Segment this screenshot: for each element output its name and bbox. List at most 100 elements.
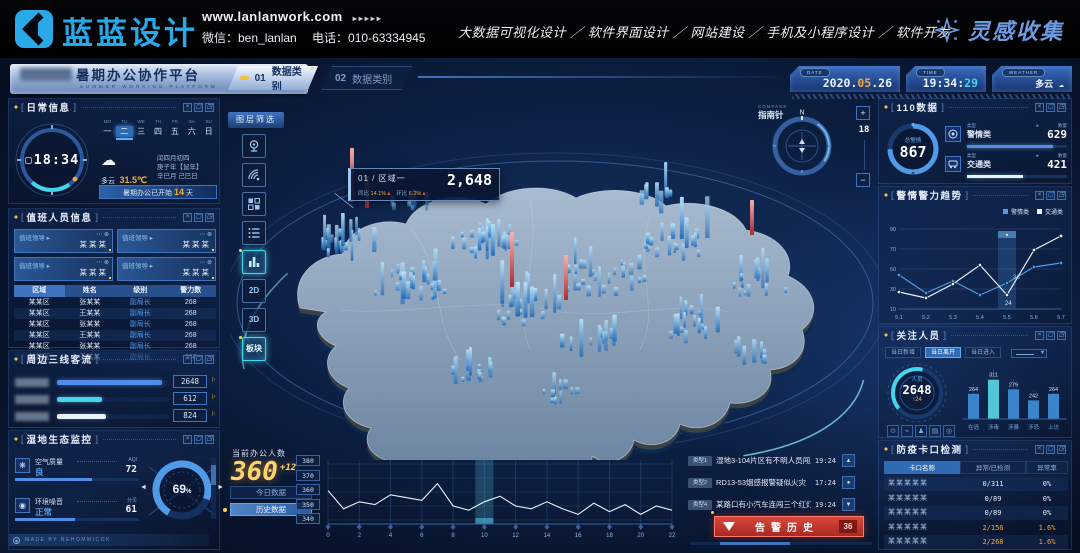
compass[interactable]: N <box>766 108 838 180</box>
weekday-mo[interactable]: MO一 <box>99 119 116 140</box>
checkpoint-value: 2/156 <box>960 521 1026 535</box>
count-value: 421 <box>1047 158 1067 171</box>
layer-button-list-icon[interactable] <box>242 221 266 245</box>
expand-icon[interactable]: ◳ <box>205 435 214 444</box>
tab-data-category-01[interactable]: 01数据类别 <box>228 66 318 90</box>
layer-filter-toolbar: 图层筛选 2D3D板块 <box>228 112 288 366</box>
close-icon[interactable]: × <box>183 355 192 364</box>
alert-list-item[interactable]: 类型1湿地3-104片区有不明人员闯入19:24 <box>688 453 836 468</box>
scroll-up-button[interactable]: ▲ <box>842 454 855 467</box>
layer-button-camera-icon[interactable] <box>242 134 266 158</box>
bottom-scrollbar[interactable] <box>690 542 872 545</box>
wrench-icon[interactable]: ⌁ <box>901 425 913 437</box>
expand-icon[interactable]: ◳ <box>205 213 214 222</box>
restore-icon[interactable]: ▢ <box>194 435 203 444</box>
right-arrow-icon[interactable]: ► <box>217 484 224 491</box>
layer-button-2D[interactable]: 2D <box>242 279 266 303</box>
duty-col-header: 区域 <box>14 285 65 297</box>
more-icon[interactable]: ⋯ ⊗ <box>199 259 212 266</box>
alert-time: 19:24 <box>815 501 836 509</box>
duty-cell: 268 <box>166 319 217 330</box>
duty-leader-card: 值班领导 ▸⋯ ⊗某某某 <box>14 229 113 253</box>
zoom-track[interactable] <box>864 140 865 170</box>
restore-icon[interactable]: ▢ <box>1046 445 1055 454</box>
restore-icon[interactable]: ▢ <box>194 355 203 364</box>
close-icon[interactable]: × <box>183 103 192 112</box>
restore-icon[interactable]: ▢ <box>1046 103 1055 112</box>
more-icon[interactable]: ⋯ ⊗ <box>96 231 109 238</box>
more-icon[interactable]: ⋯ ⊗ <box>199 231 212 238</box>
focus-tab-1[interactable]: 当日新增 <box>885 347 921 358</box>
layer-button-bar-chart-icon[interactable] <box>242 250 266 274</box>
restore-icon[interactable]: ▢ <box>194 103 203 112</box>
badge-icon[interactable]: ▤ <box>929 425 941 437</box>
expand-icon[interactable]: ◳ <box>1057 445 1066 454</box>
svg-text:2: 2 <box>358 533 362 538</box>
layer-button-板块[interactable]: 板块 <box>242 337 266 361</box>
tab-data-category-02[interactable]: 02数据类别 <box>322 66 412 90</box>
weekday-we[interactable]: WE三 <box>133 119 150 140</box>
svg-text:36: 36 <box>1013 275 1020 281</box>
weekday-sa[interactable]: SA六 <box>183 119 200 140</box>
flow-bar-track <box>57 397 169 402</box>
weekday-tu[interactable]: TU 二 <box>116 119 133 140</box>
tab-checkpoint-name[interactable]: 卡口名称 <box>884 461 960 474</box>
eco-scrollbar[interactable] <box>211 457 216 519</box>
weekday-th[interactable]: TH四 <box>150 119 167 140</box>
expand-icon[interactable]: ◳ <box>1057 331 1066 340</box>
tab-label: 数据类别 <box>272 63 306 93</box>
close-icon[interactable]: × <box>1035 331 1044 340</box>
layer-button-grid-icon[interactable] <box>242 192 266 216</box>
car-icon[interactable]: ⊙ <box>887 425 899 437</box>
weekday-cn: 二 <box>116 126 133 137</box>
restore-icon[interactable]: ▢ <box>1046 191 1055 200</box>
layer-button-3D[interactable]: 3D <box>242 308 266 332</box>
restore-icon[interactable]: ▢ <box>194 213 203 222</box>
checkpoint-rate: 0% <box>1026 506 1068 520</box>
weekday-en: TU <box>116 119 133 124</box>
zoom-in-button[interactable]: + <box>856 106 870 120</box>
panel-focus-persons: [关注人员]×▢◳ 当日新增当日离开当日进入 人员 2648 ↑24 ⊙⌁♟▤◎… <box>878 326 1072 438</box>
zoom-out-button[interactable]: − <box>856 173 870 187</box>
person-icon[interactable]: ♟ <box>915 425 927 437</box>
expand-icon[interactable]: ◳ <box>1057 103 1066 112</box>
panel-duty-staff: [值班人员信息]×▢◳ 值班领导 ▸⋯ ⊗某某某值班领导 ▸⋯ ⊗某某某值班领导… <box>8 208 220 348</box>
duty-cell: 268 <box>166 330 217 341</box>
flow-bar-track <box>57 414 169 419</box>
close-icon[interactable]: × <box>183 435 192 444</box>
expand-icon[interactable]: ◳ <box>205 355 214 364</box>
logo-text[interactable]: 蓝蓝设计 <box>62 8 198 53</box>
office-count-delta: +12 <box>280 463 296 473</box>
restore-icon[interactable]: ▢ <box>1046 331 1055 340</box>
close-icon[interactable]: × <box>1035 103 1044 112</box>
count-bar-fill <box>967 175 1023 178</box>
alert-list-item[interactable]: 类型4某路口有小汽车连闯三个红灯19:24 <box>688 497 836 512</box>
more-icon[interactable]: ⋯ ⊗ <box>96 259 109 266</box>
tick-marks: |› <box>212 411 215 417</box>
flow-value: 2648 <box>173 375 207 388</box>
scroll-dot-button[interactable]: ● <box>842 476 855 489</box>
scroll-down-button[interactable]: ▼ <box>842 498 855 511</box>
website-link[interactable]: www.lanlanwork.com <box>202 9 343 24</box>
data110-row: 类型警情类▸数量629 <box>945 123 1067 153</box>
expand-icon[interactable]: ◳ <box>205 103 214 112</box>
eco-footer: ◉MADE BY NEHOMMICOK <box>9 534 209 546</box>
tab-abnormal-rate[interactable]: 异常率 <box>1026 461 1068 474</box>
close-icon[interactable]: × <box>183 213 192 222</box>
svg-text:5.5: 5.5 <box>1003 315 1011 321</box>
expand-icon[interactable]: ◳ <box>1057 191 1066 200</box>
tab-abnormal-detected[interactable]: 异常/已检测 <box>960 461 1026 474</box>
eye-icon[interactable]: ◎ <box>943 425 955 437</box>
close-icon[interactable]: × <box>1035 445 1044 454</box>
left-arrow-icon[interactable]: ◄ <box>140 484 147 491</box>
alarm-history-banner[interactable]: 告警历史 36 <box>714 516 864 537</box>
weekday-fr[interactable]: FR五 <box>166 119 183 140</box>
inspiration-collect[interactable]: 灵感收集 <box>934 14 1064 46</box>
duty-cell: 副局长 <box>115 330 166 341</box>
close-icon[interactable]: × <box>1035 191 1044 200</box>
layer-button-radar-icon[interactable] <box>242 163 266 187</box>
lanlan-logo-icon[interactable] <box>14 9 56 49</box>
weekday-su[interactable]: SU日 <box>200 119 217 140</box>
focus-tab-2[interactable]: 当日离开 <box>925 347 961 358</box>
alert-list-item[interactable]: 类型2RD13-53烟感报警疑似火灾17:24 <box>688 475 836 490</box>
